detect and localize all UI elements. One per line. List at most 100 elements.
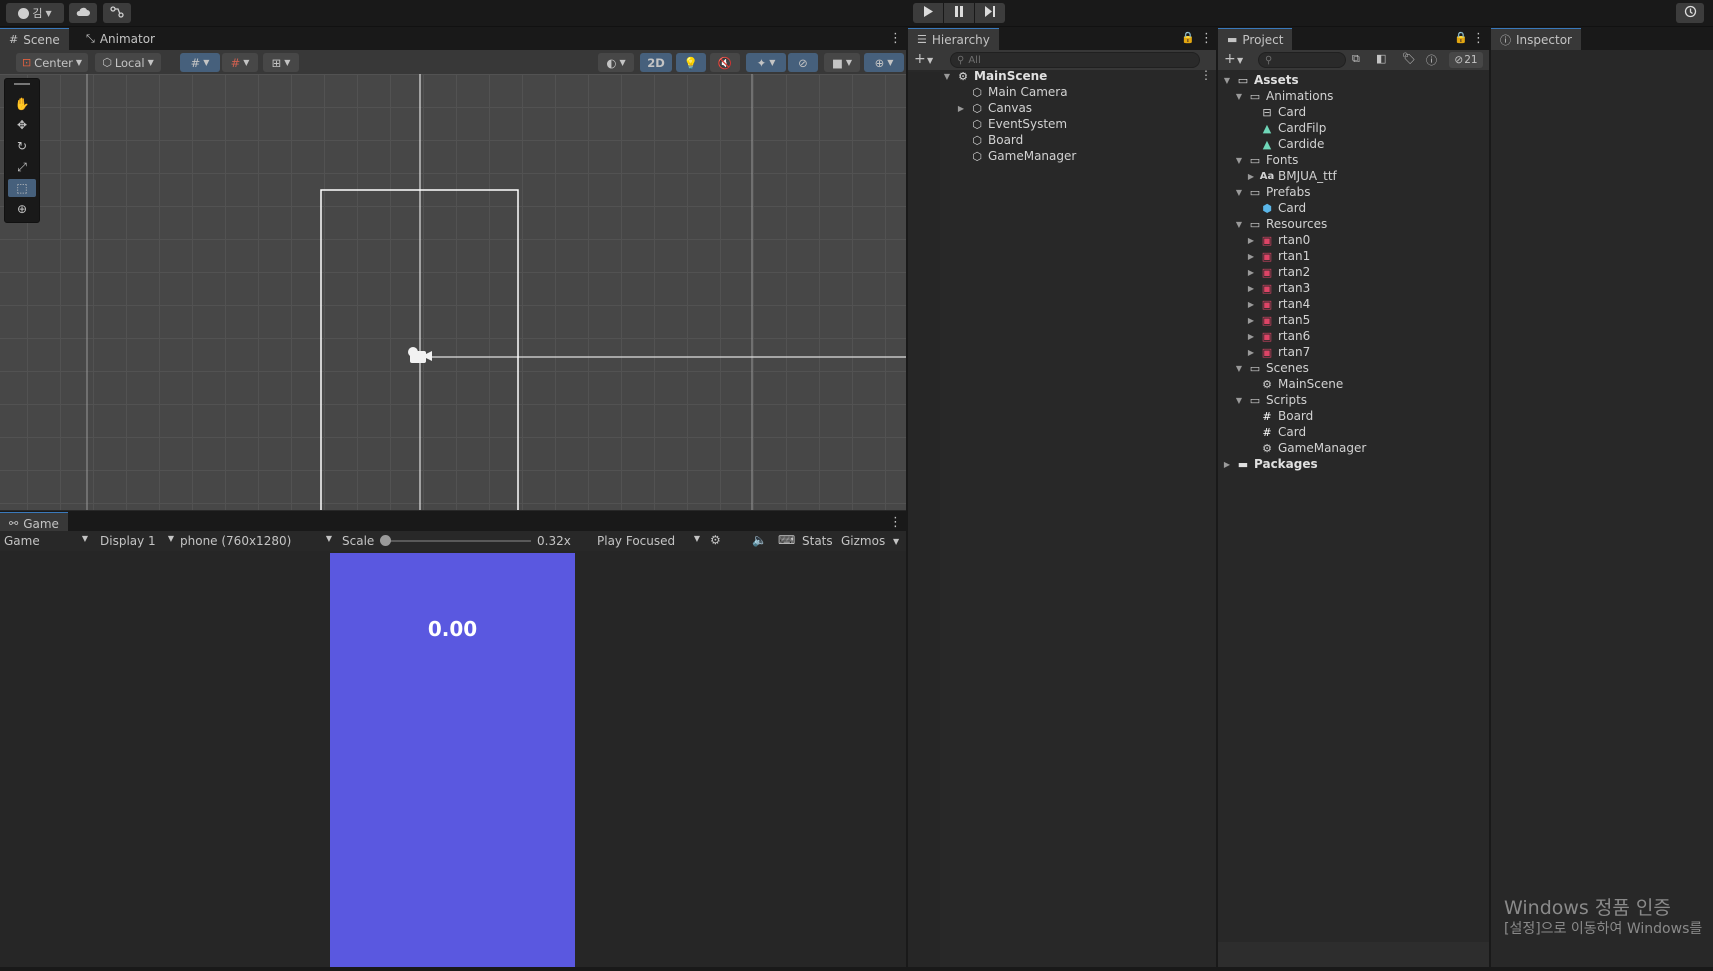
add-icon[interactable]: + [1224,51,1236,67]
audio-button[interactable]: 🔇 [710,53,740,72]
project-tree-item[interactable]: ⊟ Card [1246,104,1306,120]
project-tree-item[interactable]: ▶ ▣ rtan2 [1246,264,1310,280]
hierarchy-item[interactable]: ⬡ Main Camera [956,84,1067,100]
pause-button[interactable] [944,3,974,23]
cloud-button[interactable] [69,3,97,23]
chevron-down-icon[interactable]: ▼ [1237,56,1243,65]
step-button[interactable] [975,3,1005,23]
tab-scene[interactable]: # Scene [0,28,69,50]
play-button[interactable] [913,3,943,23]
lock-icon[interactable]: 🔒 [1181,31,1195,44]
expand-arrow-icon[interactable]: ▶ [1246,172,1256,181]
grid-visibility-button[interactable]: # ▼ [222,53,258,72]
shading-mode-button[interactable]: ◐ ▼ [598,53,634,72]
tab-inspector[interactable]: ⓘ Inspector [1491,28,1581,50]
scale-tool-button[interactable]: ⤢ [8,158,36,176]
account-button[interactable]: 김 ▼ [6,3,64,23]
tab-hierarchy[interactable]: ☰ Hierarchy [908,28,999,50]
project-tree-item[interactable]: ⚙ GameManager [1246,440,1366,456]
project-tree-item[interactable]: ▼ ▭ Resources [1234,216,1327,232]
effects-button[interactable]: ✦ ▼ [746,53,786,72]
hierarchy-item[interactable]: ▶ ⬡ Canvas [956,100,1032,116]
expand-arrow-icon[interactable]: ▶ [1246,268,1256,277]
project-tree-item[interactable]: ▶ ▣ rtan4 [1246,296,1310,312]
expand-arrow-icon[interactable]: ▶ [1246,236,1256,245]
rect-tool-button[interactable]: ⬚ [8,179,36,197]
project-tree-item[interactable]: ▲ CardFilp [1246,120,1327,136]
expand-arrow-icon[interactable]: ▶ [1246,252,1256,261]
project-tree-item[interactable]: ▶ ▣ rtan5 [1246,312,1310,328]
project-tree-item[interactable]: # Board [1246,408,1313,424]
expand-arrow-icon[interactable]: ▼ [1234,220,1244,229]
project-tree-item[interactable]: ▶ ▣ rtan7 [1246,344,1310,360]
expand-arrow-icon[interactable]: ▼ [1234,396,1244,405]
chevron-down-icon[interactable]: ▼ [893,537,899,546]
pivot-dropdown[interactable]: ⊡ Center ▼ [16,53,88,72]
warning-icon[interactable]: ⓘ [1426,52,1437,68]
more-options-icon[interactable]: ⋮ [889,31,902,47]
expand-arrow-icon[interactable]: ▶ [1246,348,1256,357]
rotate-tool-button[interactable]: ↻ [8,137,36,155]
project-search-input[interactable]: ⚲ [1258,52,1346,68]
label-filter-icon[interactable]: 🏷 [1402,52,1416,65]
more-options-icon[interactable]: ⋮ [889,515,902,531]
history-button[interactable] [1676,3,1704,23]
expand-arrow-icon[interactable]: ▶ [956,104,966,113]
expand-arrow-icon[interactable]: ▼ [1234,364,1244,373]
project-tree-item[interactable]: ▼ ▭ Fonts [1234,152,1298,168]
increment-snap-button[interactable]: ⊞ ▼ [263,53,299,72]
expand-arrow-icon[interactable]: ▶ [1222,460,1232,469]
hierarchy-item[interactable]: ⬡ Board [956,132,1023,148]
play-mode-dropdown[interactable]: Play Focused ▼ [597,534,700,548]
space-dropdown[interactable]: ⬡ Local ▼ [95,53,161,72]
project-tree-item[interactable]: ▼ ▭ Prefabs [1234,184,1311,200]
scale-slider[interactable] [380,535,531,546]
scene-root-row[interactable]: ▼ ⚙ MainScene [942,68,1047,84]
scene-viewport[interactable] [0,74,906,510]
project-tree-item[interactable]: ⬢ Card [1246,200,1306,216]
lock-icon[interactable]: 🔒 [1454,31,1468,44]
project-tree-item[interactable]: ▶ Aa BMJUA_ttf [1246,168,1337,184]
expand-arrow-icon[interactable]: ▼ [1222,76,1232,85]
toolbox-grip[interactable] [14,83,30,85]
display-dropdown[interactable]: Display 1 ▼ [100,534,174,548]
scale-slider-thumb[interactable] [380,535,391,546]
add-icon[interactable]: + [914,51,926,67]
gizmos-toggle-button[interactable]: ⊕ ▼ [864,53,904,72]
project-tree-item[interactable]: ⚙ MainScene [1246,376,1343,392]
bug-icon[interactable]: ⚙ [710,533,721,547]
resolution-dropdown[interactable]: phone (760x1280) ▼ [180,534,332,548]
project-tree-item[interactable]: ▶ ▬ Packages [1222,456,1318,472]
search-window-icon[interactable]: ⧉ [1352,52,1360,66]
project-tree-item[interactable]: ▶ ▣ rtan3 [1246,280,1310,296]
mode-2d-button[interactable]: 2D [640,53,672,72]
audio-icon[interactable]: 🔈 [752,533,767,547]
project-tree-item[interactable]: ▶ ▣ rtan1 [1246,248,1310,264]
game-viewport[interactable]: 0.00 [0,551,906,967]
hidden-packages-button[interactable]: ⊘ 21 [1449,52,1483,68]
more-options-icon[interactable]: ⋮ [1472,31,1485,47]
project-tree-item[interactable]: ▼ ▭ Scenes [1234,360,1309,376]
collab-button[interactable] [103,3,131,23]
expand-arrow-icon[interactable]: ▶ [1246,332,1256,341]
tab-project[interactable]: ▬ Project [1218,28,1293,50]
project-tree-item[interactable]: ▼ ▭ Scripts [1234,392,1307,408]
filter-type-icon[interactable]: ◧ [1376,52,1386,65]
hierarchy-search-input[interactable]: ⚲ All [950,52,1200,68]
lighting-button[interactable]: 💡 [676,53,706,72]
project-tree-item[interactable]: ▼ ▭ Animations [1234,88,1334,104]
project-tree-item[interactable]: ▼ ▭ Assets [1222,72,1299,88]
hand-tool-button[interactable]: ✋ [8,95,36,113]
camera-button[interactable]: ■ ▼ [824,53,860,72]
move-tool-button[interactable]: ✥ [8,116,36,134]
more-options-icon[interactable]: ⋮ [1200,31,1213,47]
expand-arrow-icon[interactable]: ▶ [1246,284,1256,293]
project-tree-item[interactable]: # Card [1246,424,1306,440]
hierarchy-item[interactable]: ⬡ EventSystem [956,116,1067,132]
hierarchy-item[interactable]: ⬡ GameManager [956,148,1076,164]
expand-arrow-icon[interactable]: ▶ [1246,300,1256,309]
scene-visibility-button[interactable]: ⊘ [788,53,818,72]
gizmos-button[interactable]: Gizmos [841,534,885,548]
game-view-dropdown[interactable]: Game ▼ [4,534,88,548]
stats-button[interactable]: Stats [802,534,833,548]
